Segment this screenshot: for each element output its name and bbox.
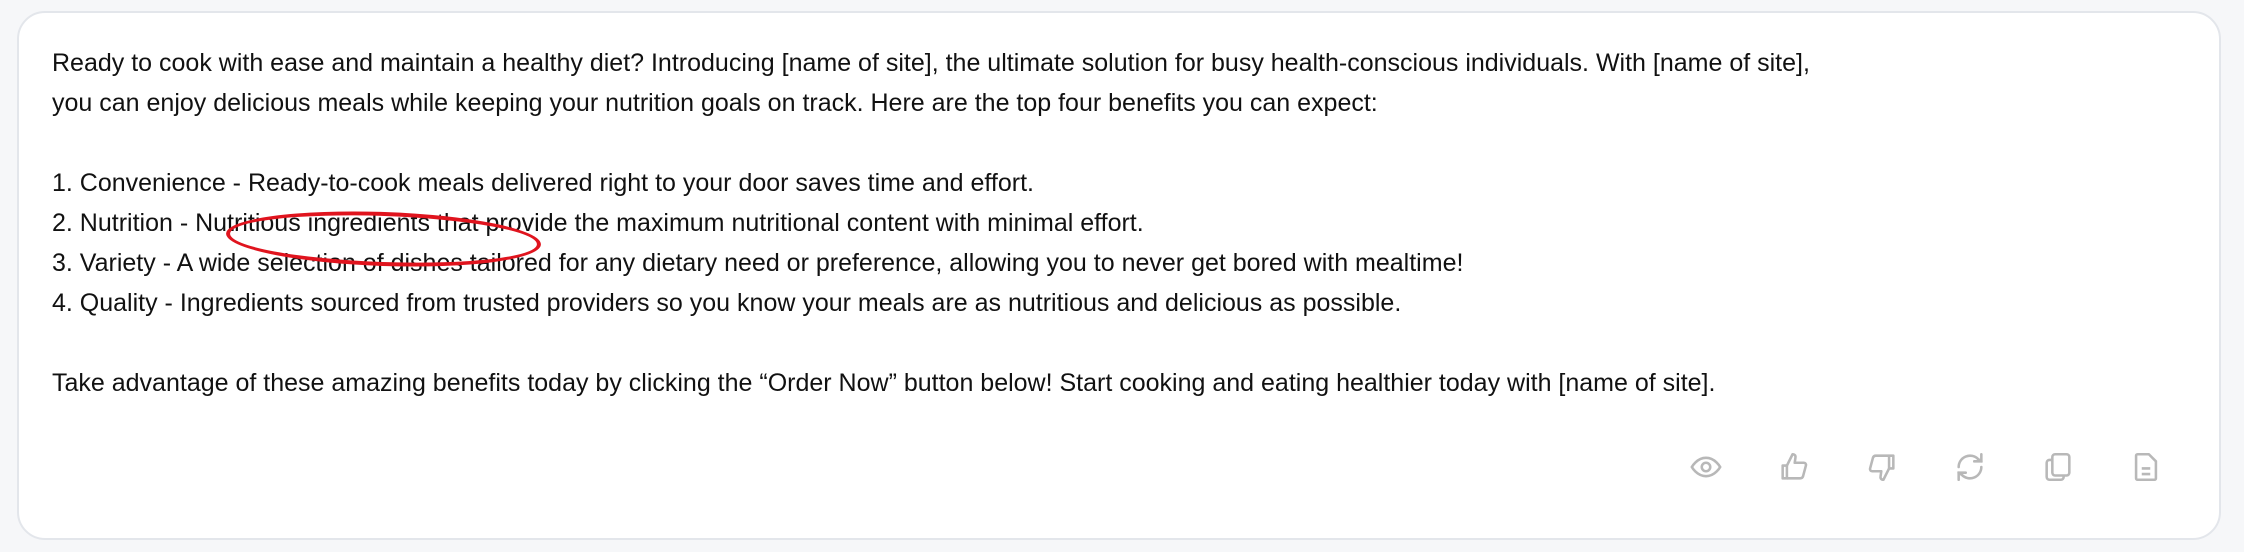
benefit-item: 2. Nutrition - Nutritious ingredients th… <box>52 209 1144 237</box>
message-line: Take advantage of these amazing benefits… <box>52 369 1716 397</box>
benefit-item: 1. Convenience - Ready-to-cook meals del… <box>52 169 1034 197</box>
message-line: Ready to cook with ease and maintain a h… <box>52 49 1810 77</box>
benefit-item: 4. Quality - Ingredients sourced from tr… <box>52 289 1402 317</box>
document-icon[interactable] <box>2129 450 2163 484</box>
regenerate-icon[interactable] <box>1953 450 1987 484</box>
message-text: Ready to cook with ease and maintain a h… <box>52 43 1810 403</box>
message-line: you can enjoy delicious meals while keep… <box>52 89 1378 117</box>
copy-icon[interactable] <box>2041 450 2075 484</box>
message-actions <box>1689 450 2163 484</box>
chat-message-card: Ready to cook with ease and maintain a h… <box>17 11 2221 540</box>
benefit-item: 3. Variety - A wide selection of dishes … <box>52 249 1464 277</box>
thumbs-down-icon[interactable] <box>1865 450 1899 484</box>
eye-icon[interactable] <box>1689 450 1723 484</box>
thumbs-up-icon[interactable] <box>1777 450 1811 484</box>
